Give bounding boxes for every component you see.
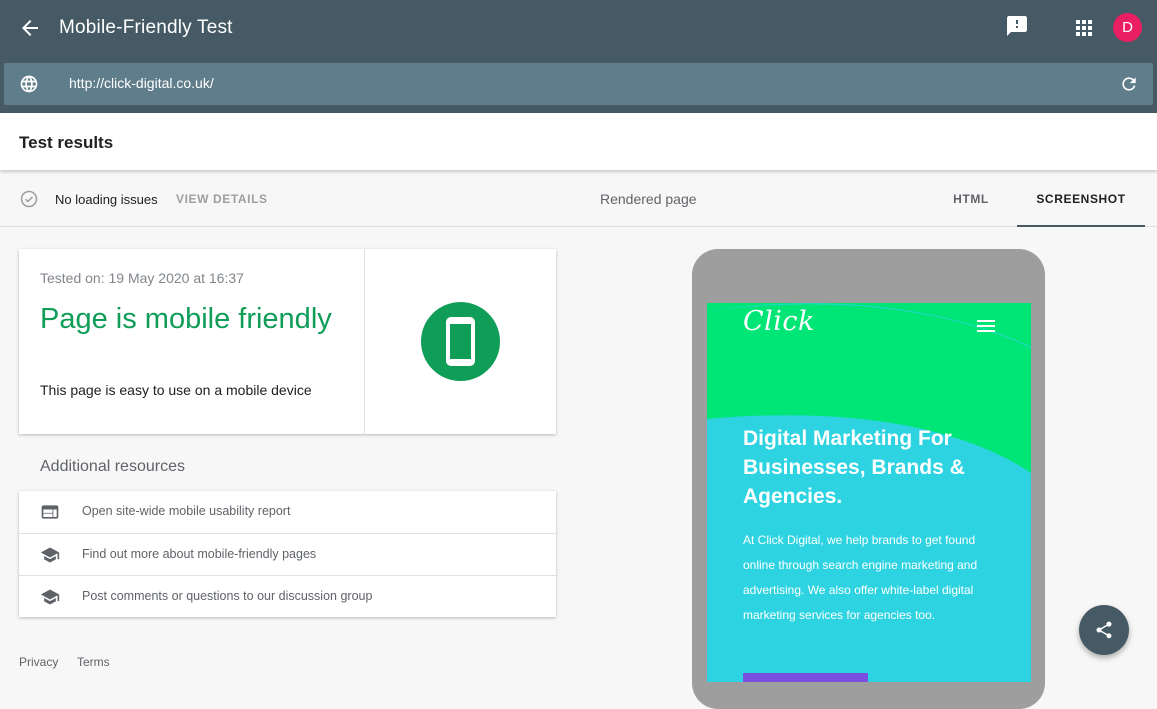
share-icon — [1096, 621, 1112, 639]
results-header: Test results — [0, 113, 1157, 170]
rendered-screenshot: Click Digital Marketing For Businesses, … — [707, 303, 1031, 682]
privacy-link[interactable]: Privacy — [19, 655, 58, 669]
feedback-icon[interactable] — [1005, 14, 1029, 38]
rendered-page-label: Rendered page — [600, 191, 697, 207]
result-card: Tested on: 19 May 2020 at 16:37 Page is … — [19, 249, 556, 434]
check-circle-icon — [19, 189, 39, 209]
share-button[interactable] — [1079, 605, 1129, 655]
resources-list: Open site-wide mobile usability report F… — [19, 491, 556, 617]
list-item[interactable]: Post comments or questions to our discus… — [19, 575, 556, 617]
resource-link[interactable]: Find out more about mobile-friendly page… — [82, 547, 316, 561]
status-row: No loading issues VIEW DETAILS Rendered … — [0, 171, 1157, 227]
tab-html[interactable]: HTML — [936, 171, 1006, 227]
verdict-heading: Page is mobile friendly — [40, 303, 332, 335]
tested-on-date: Tested on: 19 May 2020 at 16:37 — [40, 270, 244, 286]
globe-icon — [19, 74, 39, 94]
app-header: Mobile-Friendly Test D http://click-digi… — [0, 0, 1157, 113]
resource-link[interactable]: Open site-wide mobile usability report — [82, 504, 290, 518]
preview-headline: Digital Marketing For Businesses, Brands… — [743, 427, 965, 508]
smartphone-icon — [421, 302, 500, 381]
resource-link[interactable]: Post comments or questions to our discus… — [82, 589, 372, 603]
web-report-icon — [40, 502, 60, 522]
apps-grid-icon[interactable] — [1072, 16, 1096, 40]
verdict-description: This page is easy to use on a mobile dev… — [40, 382, 312, 398]
list-item[interactable]: Open site-wide mobile usability report — [19, 491, 556, 533]
url-bar[interactable]: http://click-digital.co.uk/ — [4, 63, 1153, 105]
hamburger-menu-icon — [977, 319, 995, 333]
app-title: Mobile-Friendly Test — [59, 17, 233, 38]
page-title: Test results — [19, 133, 114, 152]
preview-body-text: At Click Digital, we help brands to get … — [743, 533, 978, 622]
additional-resources-title: Additional resources — [40, 458, 185, 475]
preview-cta-button — [743, 673, 868, 682]
loading-status: No loading issues — [55, 192, 158, 207]
reload-icon[interactable] — [1119, 74, 1139, 94]
tab-screenshot[interactable]: SCREENSHOT — [1017, 171, 1145, 227]
url-input[interactable]: http://click-digital.co.uk/ — [69, 75, 214, 91]
list-item[interactable]: Find out more about mobile-friendly page… — [19, 533, 556, 575]
school-icon — [40, 587, 60, 607]
view-details-button[interactable]: VIEW DETAILS — [176, 192, 268, 206]
terms-link[interactable]: Terms — [77, 655, 110, 669]
arrow-back-icon[interactable] — [18, 16, 42, 40]
site-logo: Click — [743, 306, 815, 337]
card-divider — [364, 249, 365, 434]
school-icon — [40, 545, 60, 565]
avatar[interactable]: D — [1113, 13, 1142, 42]
